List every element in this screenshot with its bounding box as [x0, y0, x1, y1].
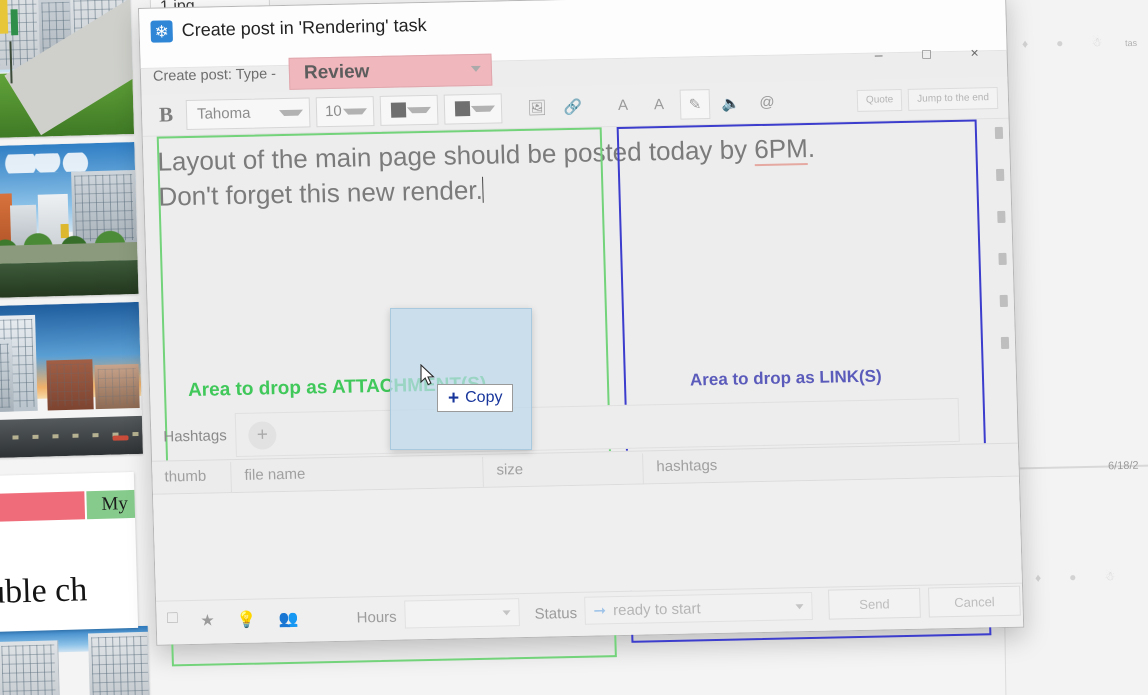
chevron-down-icon: [795, 604, 804, 610]
background-small-tag: tas: [1124, 37, 1138, 49]
chevron-down-icon: [342, 107, 368, 115]
background-icon-c: ☃: [1091, 35, 1103, 50]
lightbulb-icon[interactable]: 💡: [236, 609, 256, 629]
editor-scrollbar[interactable]: [994, 126, 1014, 427]
post-type-label: Create post: Type -: [152, 66, 277, 85]
font-family-select[interactable]: Tahoma: [185, 96, 311, 130]
link-icon[interactable]: 🔗: [558, 91, 589, 122]
column-header-hashtags[interactable]: hashtags: [656, 457, 717, 475]
star-icon[interactable]: ★: [200, 610, 215, 630]
green-badge: My: [86, 489, 139, 520]
plus-icon: +: [448, 387, 460, 409]
mention-icon[interactable]: @: [752, 87, 783, 118]
text-color-swatch: [390, 102, 407, 118]
drag-copy-tooltip: + Copy: [437, 384, 514, 412]
status-select[interactable]: ➞ ready to start: [584, 591, 813, 625]
font-family-value: Tahoma: [196, 104, 251, 123]
font-color-icon[interactable]: A: [608, 90, 639, 121]
hours-label: Hours: [356, 608, 397, 627]
drag-ghost-image: [390, 308, 532, 450]
quote-button[interactable]: Quote: [856, 88, 903, 112]
jump-to-end-button[interactable]: Jump to the end: [907, 86, 999, 111]
dialog-title: Create post in 'Rendering' task: [181, 14, 427, 41]
arrow-right-icon: ➞: [593, 602, 607, 620]
bottom-icon-group: 🗆 ★ 💡 👥: [166, 605, 299, 635]
background-icon-row-bottom: ♦ ● ☃: [1035, 569, 1115, 585]
people-icon[interactable]: 👥: [278, 608, 298, 628]
editor-line1-a: Layout of the main page should be posted…: [156, 134, 755, 177]
column-header-size[interactable]: size: [496, 461, 523, 479]
attachments-table-body: [153, 476, 1022, 601]
font-size-select[interactable]: 10: [315, 95, 375, 127]
background-icon-f: ☃: [1104, 569, 1116, 584]
link-drop-label: Area to drop as LINK(S): [689, 366, 882, 390]
screen: 6/18/2 ♦ ● ☃ tas ♦ ● ☃ My ouble ch ❄ Cre…: [0, 0, 1148, 695]
background-date-label: 6/18/2: [1107, 459, 1139, 473]
background-document-card: My ouble ch: [0, 471, 139, 633]
cancel-button[interactable]: Cancel: [928, 585, 1021, 618]
status-label: Status: [534, 604, 578, 623]
text-color-select[interactable]: [379, 94, 439, 126]
column-header-file-name[interactable]: file name: [244, 466, 305, 484]
status-value: ready to start: [612, 599, 701, 619]
green-badge-label: My: [101, 493, 129, 515]
document-heading-text: ouble ch: [0, 571, 88, 612]
hours-input[interactable]: [404, 598, 520, 629]
highlighter-icon[interactable]: ✎: [679, 88, 711, 120]
drag-copy-label: Copy: [465, 389, 503, 406]
font-size-value: 10: [324, 102, 342, 121]
sound-icon[interactable]: 🔈: [716, 88, 747, 119]
background-icon-a: ♦: [1021, 36, 1029, 51]
post-editor[interactable]: Layout of the main page should be posted…: [142, 118, 1017, 667]
column-header-thumb[interactable]: thumb: [164, 468, 206, 486]
pink-highlight-bar: [0, 491, 86, 523]
chevron-down-icon: [502, 610, 511, 616]
photo-partial-bottom: [0, 625, 151, 695]
highlight-color-select[interactable]: [443, 92, 503, 125]
photo-highrise-dusk: [0, 301, 143, 459]
editor-line1-spell: 6PM: [753, 133, 809, 167]
card-refresh-icon[interactable]: 🗆: [166, 607, 178, 634]
post-type-value: Review: [303, 61, 370, 84]
editor-line1-b: .: [807, 132, 816, 163]
add-hashtag-button[interactable]: +: [247, 421, 277, 450]
font-subscript-icon[interactable]: A: [644, 89, 675, 120]
send-button[interactable]: Send: [828, 587, 921, 620]
photo-city-midrise: [0, 141, 139, 299]
create-post-dialog: ❄ Create post in 'Rendering' task – □ × …: [138, 0, 1025, 667]
text-caret: [482, 176, 485, 203]
post-editor-text: Layout of the main page should be posted…: [157, 127, 991, 214]
arrow-cursor: [420, 364, 435, 386]
snowflake-icon: ❄: [150, 20, 174, 43]
hashtags-label: Hashtags: [163, 427, 227, 446]
post-type-select[interactable]: Review: [288, 53, 493, 90]
highlight-color-swatch: [454, 101, 471, 117]
background-icon-b: ●: [1055, 35, 1064, 51]
editor-line2: Don't forget this new render.: [157, 174, 484, 212]
chevron-down-icon: [278, 109, 304, 116]
attachments-table: thumb file name size hashtags: [152, 442, 1022, 601]
chevron-down-icon: [470, 105, 496, 112]
chevron-down-icon: [406, 106, 432, 113]
background-icon-row-top: ♦ ● ☃: [1022, 35, 1102, 51]
photo-apartment-complex: [0, 0, 135, 139]
bold-button[interactable]: B: [152, 100, 181, 131]
background-icon-d: ♦: [1034, 570, 1042, 585]
background-icon-e: ●: [1068, 569, 1077, 585]
image-icon[interactable]: 🖼: [522, 92, 553, 123]
chevron-down-icon: [470, 65, 481, 73]
